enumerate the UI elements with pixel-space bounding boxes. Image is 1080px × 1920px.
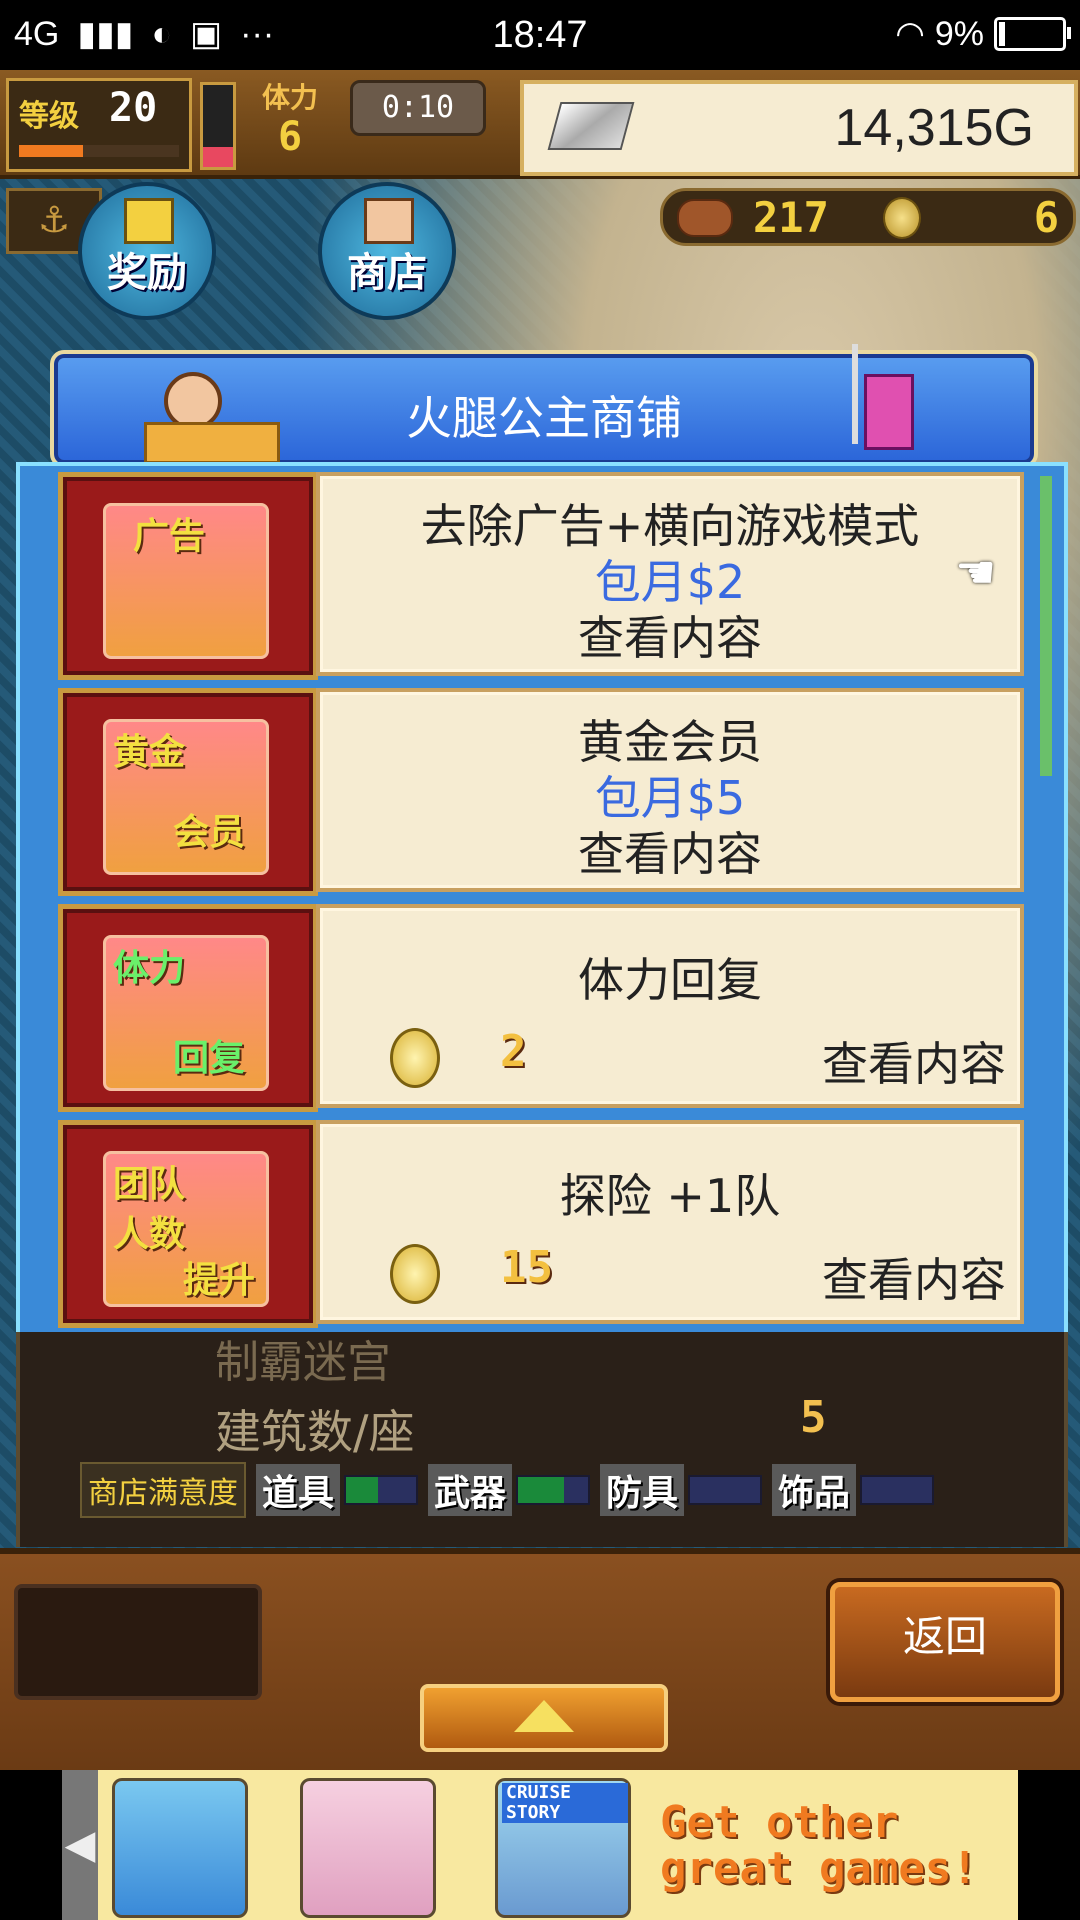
stamina-item-icon: 体力 回复 (58, 904, 318, 1112)
shop-item-team-expand[interactable]: 团队 人数 提升 探险 +1队 15 查看内容 (36, 1114, 1026, 1328)
ad-game-thumbnail-cruise[interactable]: CRUISE STORY (495, 1778, 631, 1918)
ad-game-thumbnail-fashion[interactable] (300, 1778, 436, 1918)
shop-header: 火腿公主商铺 (50, 344, 1038, 468)
satisfaction-accessories: 饰品 (772, 1464, 935, 1516)
reward-button[interactable]: 奖励 (78, 182, 216, 320)
stamina-fill (203, 146, 233, 167)
status-bar: 4G ▮▮▮ ◐ ▣ ··· 18:47 ◠ 9% (0, 0, 1080, 70)
level-progress-fill (19, 145, 83, 157)
shop-item-card[interactable]: 体力回复 2 查看内容 (316, 904, 1024, 1108)
satisfaction-bar (344, 1475, 419, 1505)
meat-icon (677, 199, 733, 237)
satisfaction-bar (688, 1475, 763, 1505)
level-panel: 等级 20 (6, 78, 192, 172)
battery-icon (994, 17, 1071, 51)
expand-up-button[interactable] (420, 1684, 668, 1752)
scrollbar[interactable] (1040, 476, 1052, 776)
wifi-icon: ◠ (895, 15, 925, 53)
back-button[interactable]: 返回 (830, 1582, 1060, 1702)
item-coin-cost: 2 (500, 1026, 527, 1077)
bottom-control-bar: 返回 (0, 1548, 1080, 1776)
ninja-icon (844, 344, 914, 454)
coin-icon (390, 1244, 440, 1304)
stats-panel: 制霸迷宫 建筑数/座 5 商店满意度 道具 武器 防具 饰品 (16, 1332, 1068, 1547)
ad-tagline[interactable]: Get other great games! (660, 1800, 978, 1892)
shop-item-card[interactable]: 去除广告+横向游戏模式 包月$2 查看内容 (316, 472, 1024, 676)
pointing-hand-icon: ☚ (955, 545, 997, 599)
buildings-value: 5 (800, 1392, 827, 1443)
ads-item-icon: 广告 (58, 472, 318, 680)
item-name: 探险 +1队 (559, 1169, 781, 1223)
stat-label-partial: 制霸迷宫 (215, 1337, 391, 1388)
view-details-link[interactable]: 查看内容 (320, 602, 1020, 668)
ad-game-title: CRUISE STORY (502, 1783, 628, 1823)
satisfaction-items: 道具 (256, 1464, 419, 1516)
satisfaction-bar (860, 1475, 935, 1505)
battery-percent: 9% (934, 14, 984, 53)
shop-item-remove-ads[interactable]: 广告 去除广告+横向游戏模式 包月$2 查看内容 (36, 466, 1026, 680)
gift-icon (124, 198, 174, 244)
coin-icon (390, 1028, 440, 1088)
gold-amount: 14,315G (834, 99, 1035, 157)
shop-item-gold-member[interactable]: 黄金 会员 黄金会员 包月$5 查看内容 (36, 682, 1026, 896)
stamina-gauge (200, 82, 236, 170)
food-count: 217 (753, 193, 829, 242)
view-details-link[interactable]: 查看内容 (822, 1244, 1006, 1310)
buildings-label: 建筑数/座 (215, 1405, 415, 1459)
view-details-link[interactable]: 查看内容 (822, 1028, 1006, 1094)
chevron-left-icon[interactable]: ◀ (62, 1770, 98, 1920)
satisfaction-weapons: 武器 (428, 1464, 591, 1516)
empty-slot (14, 1584, 262, 1700)
battery-fill (999, 22, 1005, 46)
satisfaction-armor: 防具 (600, 1464, 763, 1516)
ad-banner[interactable]: ◀ CRUISE STORY Get other great games! (0, 1770, 1080, 1920)
team-item-icon: 团队 人数 提升 (58, 1120, 318, 1328)
satisfaction-row: 商店满意度 道具 武器 防具 饰品 (80, 1462, 935, 1518)
stamina-timer: 0:10 (350, 80, 486, 136)
gold-panel: 14,315G (520, 80, 1078, 176)
shop-item-card[interactable]: 探险 +1队 15 查看内容 (316, 1120, 1024, 1324)
stamina-label: 体力 (262, 81, 319, 114)
satisfaction-title: 商店满意度 (80, 1462, 246, 1518)
shop-item-stamina-recovery[interactable]: 体力 回复 体力回复 2 查看内容 (36, 898, 1026, 1112)
shop-button[interactable]: 商店 (318, 182, 456, 320)
item-name: 体力回复 (578, 953, 762, 1007)
up-arrow-icon (514, 1700, 574, 1732)
item-coin-cost: 15 (500, 1242, 553, 1293)
level-progress-bar (19, 145, 179, 157)
shop-item-list[interactable]: 广告 去除广告+横向游戏模式 包月$2 查看内容 黄金 会员 黄金会员 包月$5… (16, 462, 1068, 1340)
resource-bar: 217 6 (660, 188, 1076, 246)
view-details-link[interactable]: 查看内容 (320, 818, 1020, 884)
satisfaction-bar (516, 1475, 591, 1505)
ad-game-thumbnail-rocket[interactable] (112, 1778, 248, 1918)
shopkeeper-icon (364, 198, 414, 244)
top-hud: 等级 20 体力 6 0:10 14,315G (0, 70, 1080, 179)
gold-member-item-icon: 黄金 会员 (58, 688, 318, 896)
silver-ingot-icon (547, 102, 635, 150)
stamina-value: 6 (278, 114, 303, 160)
medal-count: 6 (1033, 193, 1059, 242)
shop-label: 商店 (347, 250, 427, 296)
level-label: 等级 (19, 99, 79, 134)
shop-item-card[interactable]: 黄金会员 包月$5 查看内容 (316, 688, 1024, 892)
medal-icon (883, 197, 921, 239)
level-value: 20 (109, 85, 158, 131)
reward-label: 奖励 (107, 250, 187, 296)
